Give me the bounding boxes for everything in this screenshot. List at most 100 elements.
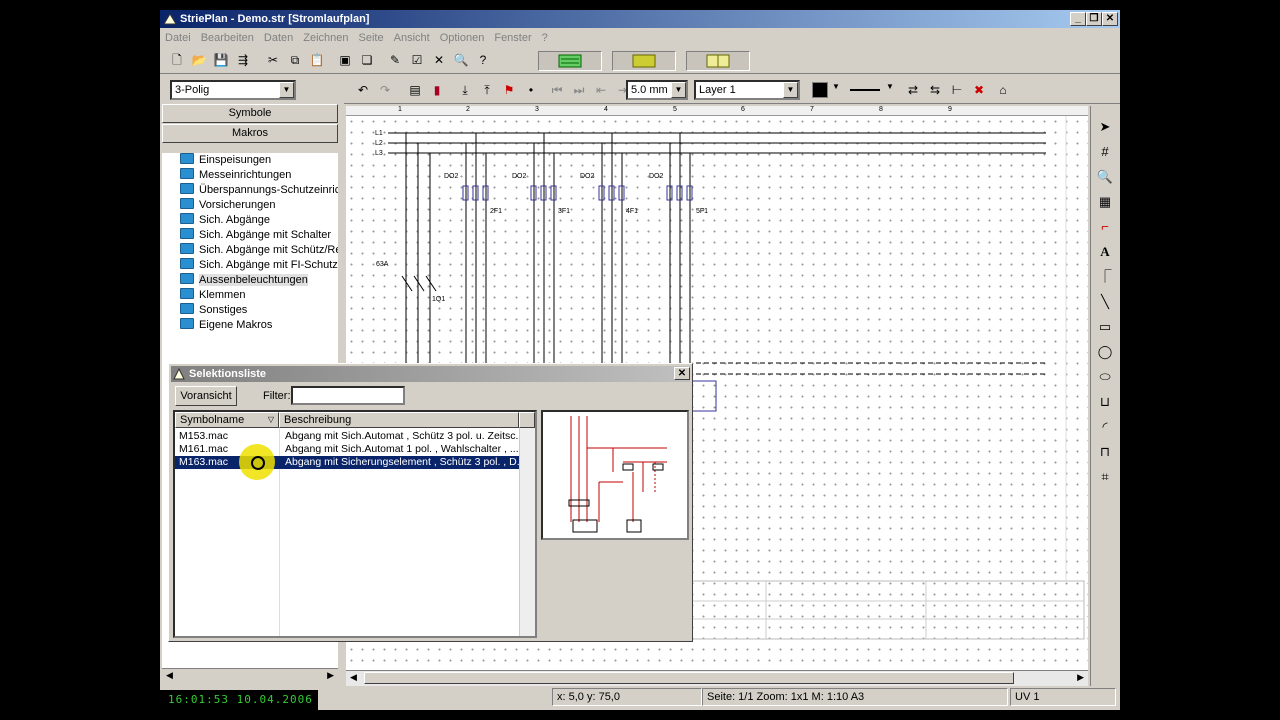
view-toggle-3[interactable]: [686, 51, 750, 71]
tree-item-klemmen[interactable]: Klemmen: [166, 288, 338, 303]
first-page-icon[interactable]: ⏮: [548, 81, 566, 99]
paste-icon[interactable]: 📋: [308, 51, 326, 69]
line-style-sample[interactable]: [850, 89, 880, 91]
chevron-down-icon[interactable]: ▼: [832, 82, 840, 91]
sort-up-icon[interactable]: ⤒: [478, 81, 496, 99]
polygon-icon[interactable]: ⊔: [1096, 393, 1114, 411]
tree-item-eigene-makros[interactable]: Eigene Makros: [166, 318, 338, 333]
tree-item-einspeisungen[interactable]: Einspeisungen: [166, 153, 338, 168]
layer-value: Layer 1: [699, 84, 736, 96]
scroll-left-icon[interactable]: ◀: [166, 670, 173, 681]
column-header-symbolname[interactable]: Symbolname ▽: [175, 412, 279, 428]
tree-item-sich-abgaenge[interactable]: Sich. Abgänge: [166, 213, 338, 228]
folder-icon: [180, 318, 194, 329]
tree-item-abgaenge-fi[interactable]: Sich. Abgänge mit FI-Schutzsch: [166, 258, 338, 273]
connect-icon[interactable]: ⇄: [904, 81, 922, 99]
layer-select[interactable]: Layer 1 ▼: [694, 80, 800, 100]
tree-item-abgaenge-schuetz[interactable]: Sich. Abgänge mit Schütz/Relais: [166, 243, 338, 258]
list-item-selected[interactable]: M163.mac Abgang mit Sicherungselement , S…: [175, 456, 535, 469]
color-swatch[interactable]: [812, 82, 828, 98]
duplicate-icon[interactable]: ❏: [358, 51, 376, 69]
polyline-icon[interactable]: ⎾: [1096, 268, 1114, 286]
copy-icon[interactable]: ⧉: [286, 51, 304, 69]
list-item[interactable]: M153.mac Abgang mit Sich.Automat , Schütz…: [175, 430, 535, 443]
search-file-icon[interactable]: 🔍: [452, 51, 470, 69]
new-file-icon[interactable]: 🗋: [168, 51, 186, 69]
symbole-button[interactable]: Symbole: [162, 104, 338, 123]
h-scroll-thumb[interactable]: [364, 672, 1014, 684]
line-icon[interactable]: ╲: [1096, 293, 1114, 311]
tree-item-sonstiges[interactable]: Sonstiges: [166, 303, 338, 318]
menu-optionen[interactable]: Optionen: [435, 28, 490, 48]
insert-icon[interactable]: ▣: [336, 51, 354, 69]
check-icon[interactable]: ☑: [408, 51, 426, 69]
arc-icon[interactable]: ◜: [1096, 418, 1114, 436]
tree-item-messeinrichtungen[interactable]: Messeinrichtungen: [166, 168, 338, 183]
zoom-icon[interactable]: 🔍: [1096, 168, 1114, 186]
open-folder-icon[interactable]: 📂: [190, 51, 208, 69]
sort-down-icon[interactable]: ⤓: [456, 81, 474, 99]
next-page-icon[interactable]: ⏭: [570, 81, 588, 99]
close-icon[interactable]: ✕: [674, 367, 690, 380]
close-button[interactable]: ✕: [1102, 12, 1118, 26]
menu-fenster[interactable]: Fenster: [489, 28, 536, 48]
swap-icon[interactable]: ⇆: [926, 81, 944, 99]
redo-icon[interactable]: ↷: [376, 81, 394, 99]
tree-item-aussenbeleuchtungen[interactable]: Aussenbeleuchtungen: [166, 273, 338, 288]
chevron-down-icon[interactable]: ▼: [886, 82, 894, 91]
filter-input[interactable]: [291, 386, 405, 405]
undo-icon[interactable]: ↶: [354, 81, 372, 99]
wire-delete-icon[interactable]: ✖: [970, 81, 988, 99]
export-icon[interactable]: ⇶: [234, 51, 252, 69]
tree-scrollbar[interactable]: ◀ ▶: [162, 668, 338, 684]
frame-icon[interactable]: ⌗: [1096, 468, 1114, 486]
bracket-icon[interactable]: ⊓: [1096, 443, 1114, 461]
list-v-scrollbar[interactable]: [519, 428, 535, 636]
image-icon[interactable]: ▦: [1096, 193, 1114, 211]
column-header-beschreibung[interactable]: Beschreibung: [279, 412, 519, 428]
tree-item-vorsicherungen[interactable]: Vorsicherungen: [166, 198, 338, 213]
tree-item-ueberspannung[interactable]: Überspannungs-Schutzeinrichtu: [166, 183, 338, 198]
page-icon[interactable]: ▤: [406, 81, 424, 99]
tab-voransicht[interactable]: Voransicht: [175, 386, 237, 406]
list-item[interactable]: M161.mac Abgang mit Sich.Automat 1 pol. ,…: [175, 443, 535, 456]
bridge-icon[interactable]: ⌂: [994, 81, 1012, 99]
help-icon[interactable]: ?: [474, 51, 492, 69]
maximize-button[interactable]: ❐: [1086, 12, 1102, 26]
canvas-h-scrollbar[interactable]: ◀ ▶: [346, 670, 1088, 686]
tree-item-abgaenge-schalter[interactable]: Sich. Abgänge mit Schalter: [166, 228, 338, 243]
menu-seite[interactable]: Seite: [354, 28, 389, 48]
dot-icon[interactable]: •: [522, 81, 540, 99]
cut-icon[interactable]: ✂: [264, 51, 282, 69]
menu-datei[interactable]: Datei: [160, 28, 196, 48]
grid-icon[interactable]: #: [1096, 143, 1114, 161]
scroll-right-icon[interactable]: ▶: [327, 670, 334, 681]
wire-icon[interactable]: ⊢: [948, 81, 966, 99]
minimize-button[interactable]: _: [1070, 12, 1086, 26]
pole-select[interactable]: 3-Polig ▼: [170, 80, 296, 100]
menu-ansicht[interactable]: Ansicht: [389, 28, 435, 48]
makros-button[interactable]: Makros: [162, 124, 338, 143]
pointer-icon[interactable]: ➤: [1096, 118, 1114, 136]
book-icon[interactable]: ▮: [428, 81, 446, 99]
scroll-right-icon[interactable]: ▶: [1077, 672, 1084, 683]
scroll-left-icon[interactable]: ◀: [350, 672, 357, 683]
save-icon[interactable]: 💾: [212, 51, 230, 69]
circle-icon[interactable]: ◯: [1096, 343, 1114, 361]
text-icon[interactable]: A: [1096, 243, 1114, 261]
menu-bearbeiten[interactable]: Bearbeiten: [196, 28, 259, 48]
view-toggle-2[interactable]: [612, 51, 676, 71]
menu-daten[interactable]: Daten: [259, 28, 298, 48]
menu-zeichnen[interactable]: Zeichnen: [298, 28, 353, 48]
connection-icon[interactable]: ⌐: [1096, 218, 1114, 236]
delete-icon[interactable]: ✕: [430, 51, 448, 69]
ellipse-icon[interactable]: ⬭: [1096, 368, 1114, 386]
edit-icon[interactable]: ✎: [386, 51, 404, 69]
back-icon[interactable]: ⇤: [592, 81, 610, 99]
flag-icon[interactable]: ⚑: [500, 81, 518, 99]
folder-icon: [180, 183, 194, 194]
grid-size-select[interactable]: 5.0 mm ▼: [626, 80, 688, 100]
menu-help[interactable]: ?: [537, 28, 553, 48]
view-toggle-1[interactable]: [538, 51, 602, 71]
rectangle-icon[interactable]: ▭: [1096, 318, 1114, 336]
